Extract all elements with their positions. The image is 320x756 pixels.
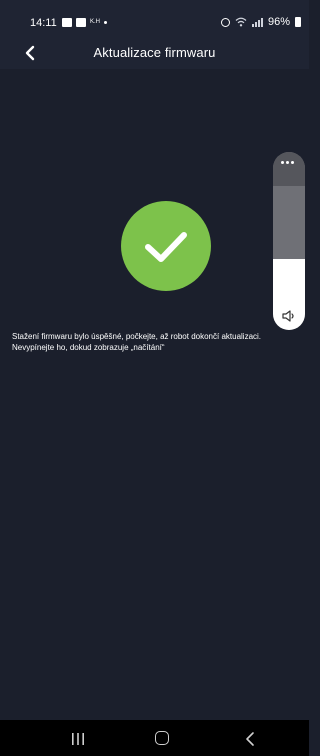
page-title: Aktualizace firmwaru [93, 45, 216, 60]
volume-slider[interactable] [273, 152, 305, 330]
status-message: Stažení firmwaru bylo úspěšné, počkejte,… [12, 332, 312, 353]
speaker-icon[interactable] [281, 309, 297, 323]
calendar-notification-icon [76, 18, 86, 27]
volume-more-button[interactable] [273, 152, 305, 186]
home-button[interactable] [155, 731, 169, 745]
message-line-2: Nevypínejte ho, dokud zobrazuje „načítán… [12, 342, 165, 352]
notification-icons: K.H [62, 18, 108, 27]
status-right: 96% [220, 16, 301, 28]
battery-icon [295, 17, 301, 27]
checkmark-icon [145, 232, 187, 262]
navigation-bar [0, 720, 309, 756]
message-line-1: Stažení firmwaru bylo úspěšné, počkejte,… [12, 332, 262, 341]
signal-icon [251, 17, 263, 27]
wifi-icon [235, 17, 247, 27]
nav-back-button[interactable] [244, 731, 256, 747]
recents-button[interactable] [70, 732, 86, 746]
status-time: 14:11 [30, 17, 57, 29]
alarm-icon [220, 17, 230, 27]
battery-percent: 96% [267, 16, 290, 28]
kh-notification-text: K.H [90, 19, 101, 25]
status-bar: 14:11 K.H 96% [0, 0, 309, 36]
app-header: Aktualizace firmwaru [0, 36, 309, 69]
gallery-notification-icon [62, 18, 72, 27]
more-notifications-dot-icon [104, 21, 108, 24]
more-dots-icon [281, 161, 294, 164]
checkmark-circle-icon [121, 201, 211, 291]
